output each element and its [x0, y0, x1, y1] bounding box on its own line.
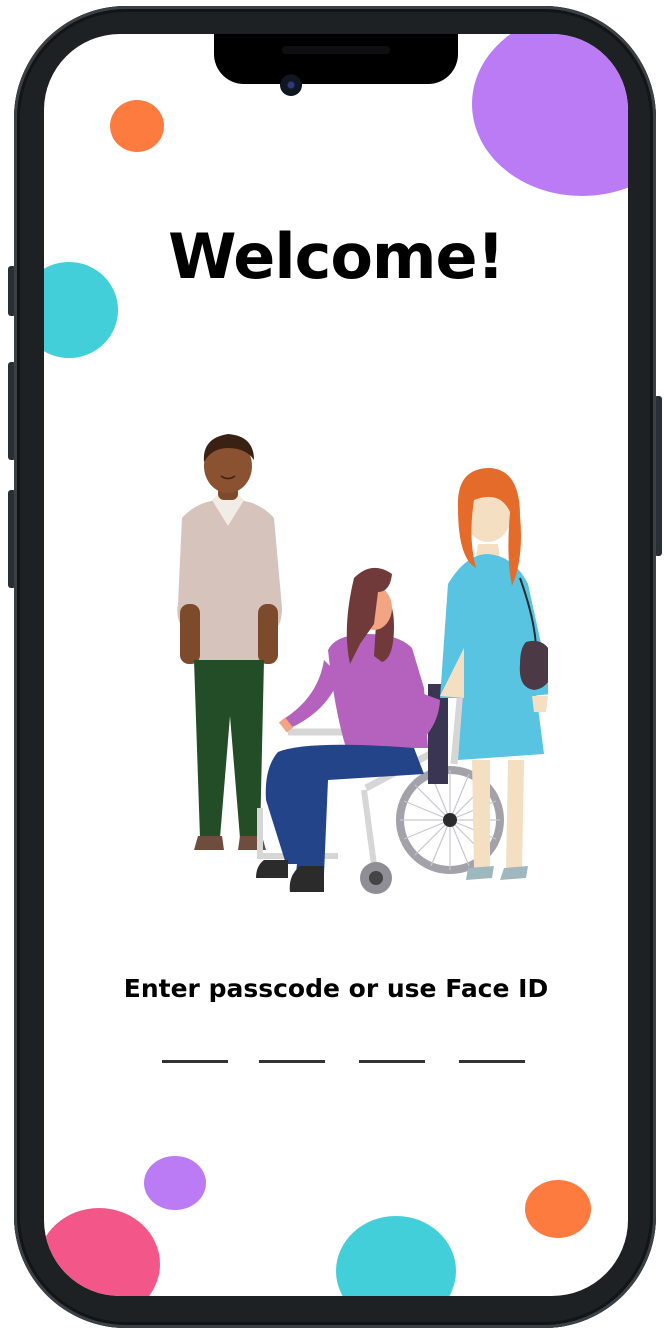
passcode-digit-2[interactable] [259, 1060, 325, 1063]
earpiece-speaker [282, 46, 390, 54]
decorative-orange-dot [110, 100, 164, 152]
passcode-digit-1[interactable] [162, 1060, 228, 1063]
passcode-digit-3[interactable] [359, 1060, 425, 1063]
passcode-digit-4[interactable] [459, 1060, 525, 1063]
decorative-teal-circle-bottom [336, 1216, 456, 1296]
phone-screen: Welcome! Enter passcode or use Face ID [44, 34, 628, 1296]
notch [214, 34, 458, 84]
people-illustration [177, 434, 548, 894]
passcode-input[interactable] [162, 1060, 526, 1064]
front-camera-icon [280, 74, 302, 96]
seated-woman-figure [256, 567, 440, 892]
decorative-pink-circle [44, 1208, 160, 1296]
passcode-prompt: Enter passcode or use Face ID [123, 974, 549, 1003]
decorative-small-purple-dot [144, 1156, 206, 1210]
welcome-title: Welcome! [168, 220, 505, 293]
decorative-orange-dot-bottom [525, 1180, 591, 1238]
decorative-purple-circle [472, 34, 628, 196]
